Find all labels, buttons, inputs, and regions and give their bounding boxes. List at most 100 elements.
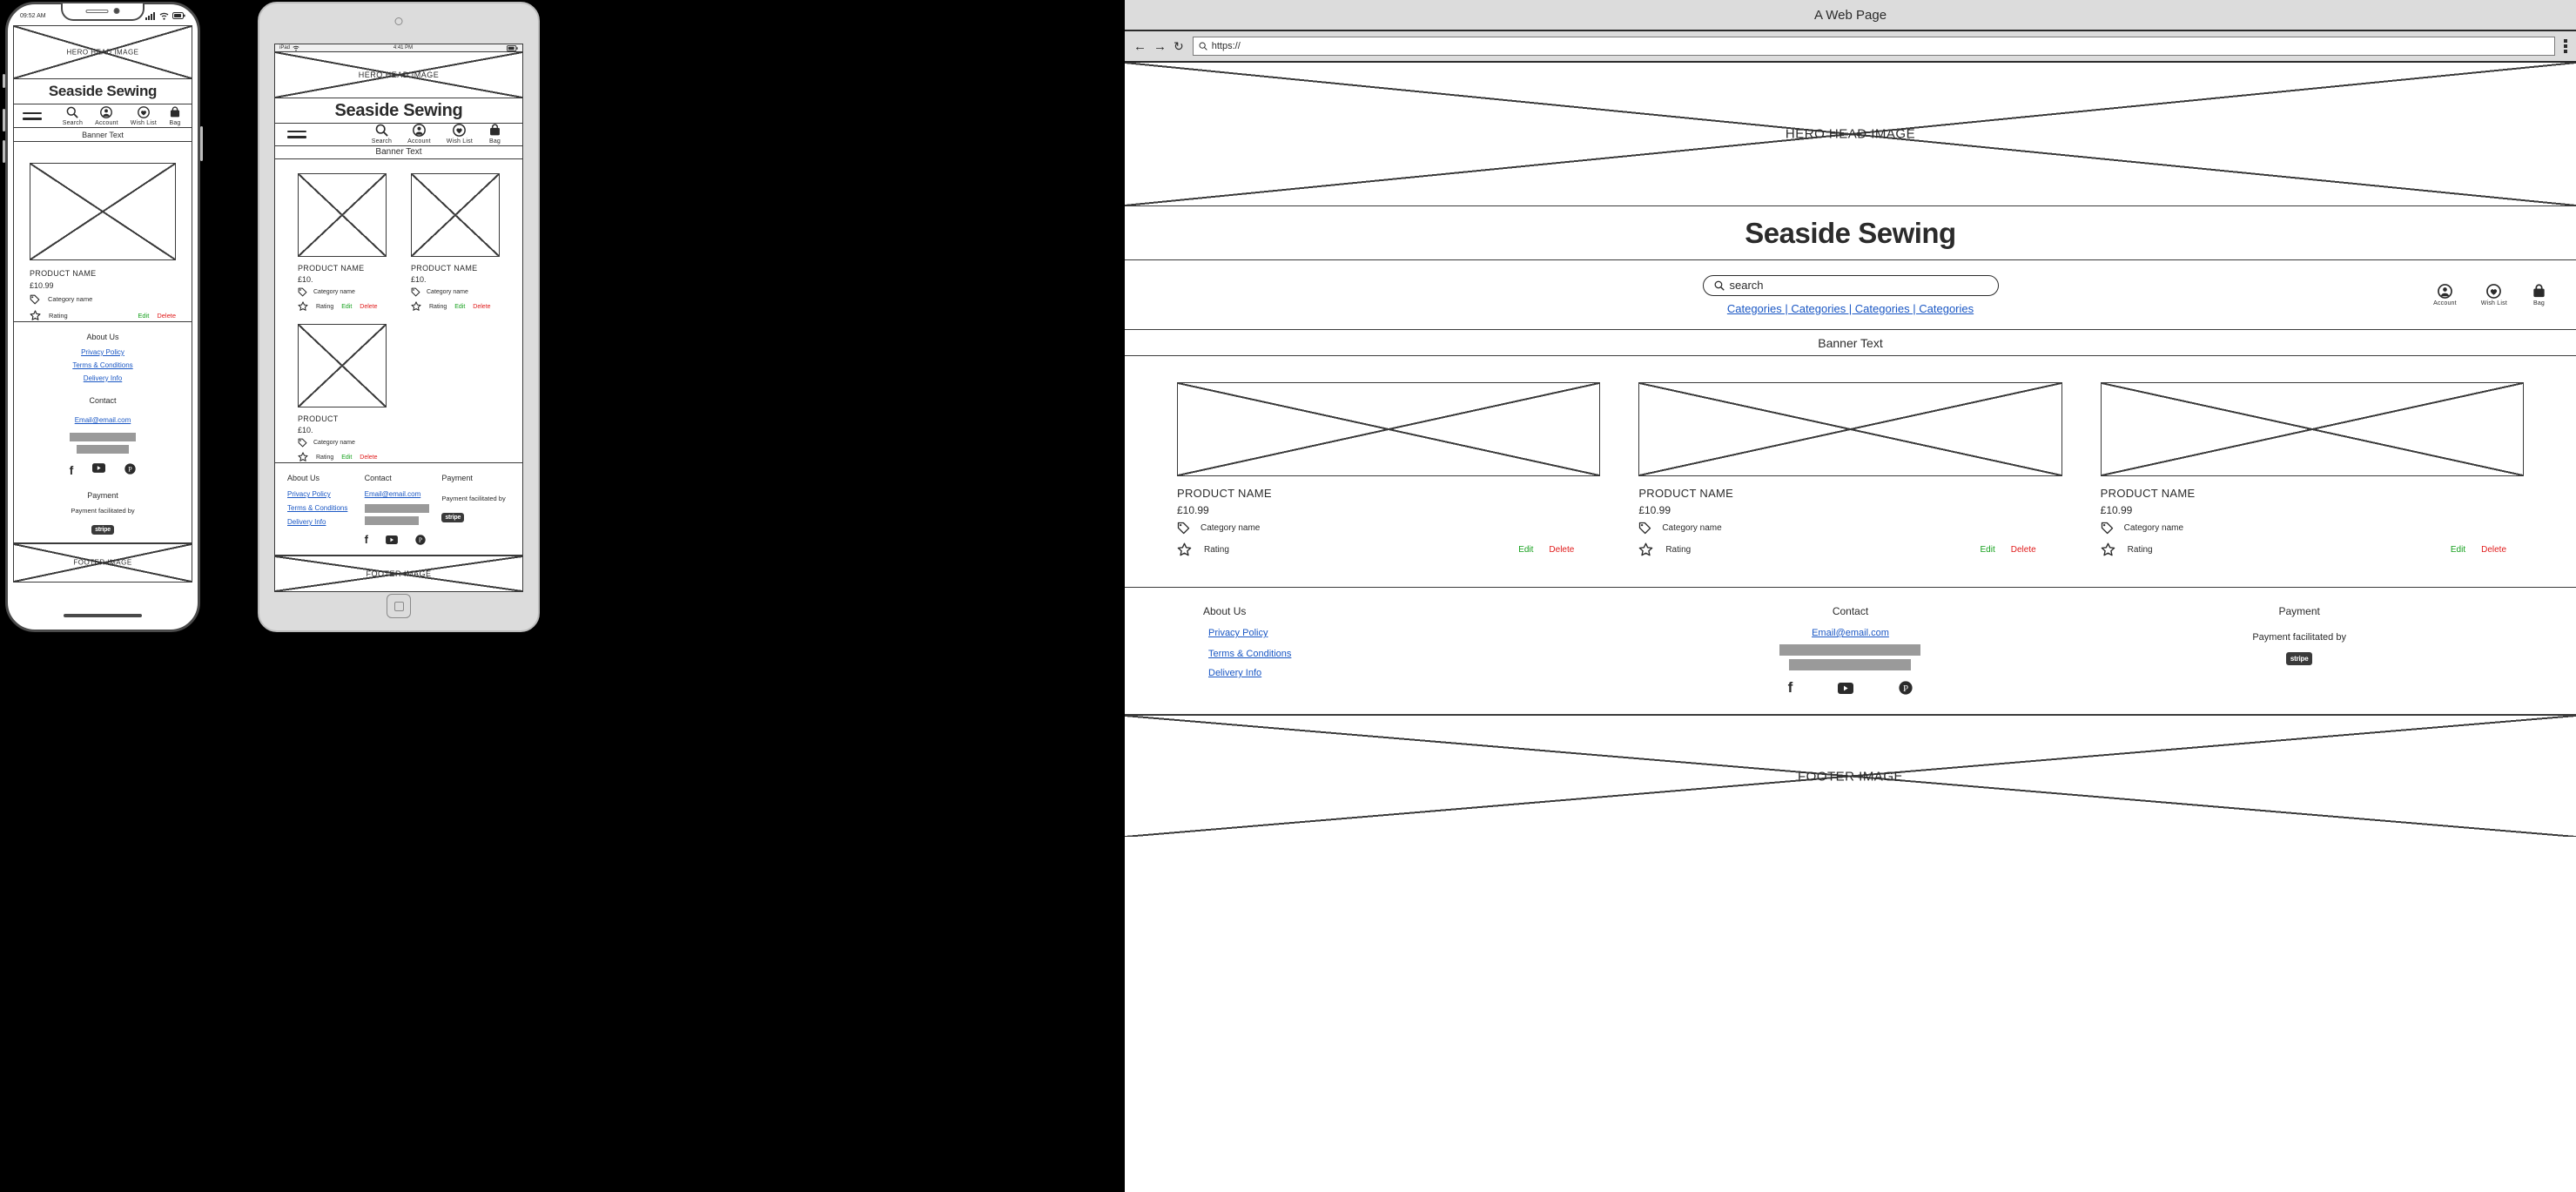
facebook-icon[interactable]: f (1788, 679, 1793, 697)
phone-nav-bag[interactable]: Bag (169, 106, 181, 126)
tablet-product-price: £10. (411, 275, 427, 285)
desktop-nav-account[interactable]: Account (2433, 283, 2457, 306)
desktop-product-delete-link[interactable]: Delete (2011, 545, 2036, 555)
tablet-product-delete-link[interactable]: Delete (360, 455, 377, 461)
tablet-address-bar-1 (364, 504, 429, 514)
tablet-footer-terms-link[interactable]: Terms & Conditions (287, 504, 356, 512)
phone-footer: About Us Privacy Policy Terms & Conditio… (14, 322, 192, 543)
desktop-product-card[interactable]: PRODUCT NAME £10.99 Category name Rating… (1177, 382, 1601, 557)
forward-button[interactable]: → (1153, 39, 1167, 54)
reload-button[interactable]: ↻ (1174, 39, 1184, 54)
tag-icon (411, 287, 420, 297)
desktop-footer-image: FOOTER IMAGE (1125, 715, 2576, 837)
tablet-product-edit-link[interactable]: Edit (341, 455, 352, 461)
desktop-brand-bar: Seaside Sewing (1125, 206, 2576, 260)
desktop-footer-email-link[interactable]: Email@email.com (1626, 628, 2075, 638)
tablet-product-category: Category name (427, 289, 468, 296)
tag-icon (1177, 522, 1190, 535)
facebook-icon[interactable]: f (70, 463, 74, 477)
phone-nav-search[interactable]: Search (63, 106, 83, 126)
phone-footer-privacy-link[interactable]: Privacy Policy (14, 348, 192, 356)
tablet-product-card[interactable]: PRODUCT NAME £10. Category name Rating E… (411, 173, 500, 312)
desktop-footer-payment-title: Payment (2278, 605, 2320, 617)
phone-product-delete-link[interactable]: Delete (157, 312, 176, 320)
tablet-footer-email-link[interactable]: Email@email.com (365, 490, 434, 498)
desktop-footer-contact-col: Contact Email@email.com f P (1626, 605, 2075, 697)
star-icon (2101, 542, 2115, 556)
tablet-nav-search[interactable]: Search (372, 124, 392, 145)
phone-power-button[interactable] (200, 126, 203, 161)
tag-icon (298, 287, 307, 297)
desktop-footer-terms-link[interactable]: Terms & Conditions (1203, 649, 1626, 659)
svg-text:P: P (419, 535, 422, 543)
pinterest-icon[interactable]: P (1899, 681, 1913, 695)
url-bar[interactable]: https:// (1192, 37, 2555, 56)
desktop-product-delete-link[interactable]: Delete (2481, 545, 2506, 555)
desktop-nav-wishlist-label: Wish List (2480, 300, 2507, 306)
tablet-nav-account[interactable]: Account (407, 124, 431, 145)
desktop-footer-privacy-link[interactable]: Privacy Policy (1203, 628, 1626, 638)
phone-address-bar-2 (77, 444, 129, 454)
desktop-product-category: Category name (1201, 523, 1261, 533)
browser-menu-icon[interactable] (2564, 37, 2567, 55)
tablet-banner-text: Banner Text (375, 147, 422, 158)
back-button[interactable]: ← (1133, 39, 1147, 54)
tablet-nav-bag[interactable]: Bag (488, 124, 501, 145)
hamburger-menu-icon[interactable] (287, 127, 306, 142)
desktop-product-delete-link[interactable]: Delete (1549, 545, 1574, 555)
phone-product-price: £10.99 (30, 280, 54, 290)
wishlist-heart-icon (453, 124, 467, 138)
phone-nav-wishlist[interactable]: Wish List (131, 105, 157, 126)
desktop-search-input[interactable]: search (1702, 274, 1999, 296)
desktop-nav-bag[interactable]: Bag (2532, 284, 2546, 306)
tablet-product-edit-link[interactable]: Edit (454, 304, 465, 310)
tablet-banner: Banner Text (275, 146, 522, 160)
desktop-categories-links[interactable]: Categories | Categories | Categories | C… (1727, 302, 1974, 315)
desktop-product-edit-link[interactable]: Edit (1981, 545, 1995, 555)
pinterest-icon[interactable]: P (415, 534, 426, 545)
youtube-icon[interactable] (1838, 682, 1854, 694)
svg-text:P: P (129, 465, 133, 473)
desktop-product-card[interactable]: PRODUCT NAME £10.99 Category name Rating… (2100, 382, 2524, 557)
desktop-social-row: f P (1626, 679, 2075, 697)
phone-mute-switch[interactable] (3, 74, 5, 88)
phone-device-frame: 09:52 AM HERO HEAD IMAGE Seaside Sewing … (3, 2, 203, 632)
youtube-icon[interactable] (92, 462, 106, 473)
phone-footer-terms-link[interactable]: Terms & Conditions (14, 361, 192, 369)
phone-volume-down-button[interactable] (3, 140, 5, 163)
tablet-footer-delivery-link[interactable]: Delivery Info (287, 518, 356, 526)
tablet-product-card[interactable]: PRODUCT £10. Category name Rating Edit D… (298, 324, 387, 462)
star-icon (298, 452, 308, 462)
desktop-footer-delivery-link[interactable]: Delivery Info (1203, 668, 1626, 678)
phone-footer-delivery-link[interactable]: Delivery Info (14, 374, 192, 382)
phone-nav-bar: Search Account Wish List Bag (14, 104, 192, 129)
phone-hero-image: HERO HEAD IMAGE (14, 26, 192, 80)
facebook-icon[interactable]: f (365, 533, 368, 546)
tablet-nav-wishlist[interactable]: Wish List (447, 124, 473, 145)
phone-nav-bag-label: Bag (169, 119, 181, 126)
search-icon (1714, 280, 1725, 291)
battery-icon (507, 44, 518, 51)
tablet-nav-wishlist-label: Wish List (446, 138, 473, 145)
hamburger-menu-icon[interactable] (23, 109, 42, 124)
desktop-browser-window: A Web Page ← → ↻ https:// HERO HEAD IMAG… (1125, 0, 2576, 1192)
tablet-product-edit-link[interactable]: Edit (341, 304, 352, 310)
pinterest-icon[interactable]: P (124, 463, 137, 475)
tablet-product-card[interactable]: PRODUCT NAME £10. Category name Rating E… (298, 173, 387, 312)
desktop-product-card[interactable]: PRODUCT NAME £10.99 Category name Rating… (1638, 382, 2062, 557)
tablet-footer-privacy-link[interactable]: Privacy Policy (287, 490, 356, 498)
desktop-nav-wishlist[interactable]: Wish List (2480, 283, 2507, 306)
phone-product-card[interactable]: PRODUCT NAME £10.99 Category name Rating… (30, 162, 176, 321)
tablet-product-delete-link[interactable]: Delete (360, 304, 377, 310)
tablet-product-name: PRODUCT NAME (411, 264, 478, 273)
desktop-product-edit-link[interactable]: Edit (2451, 545, 2465, 555)
phone-footer-email-link[interactable]: Email@email.com (75, 416, 131, 424)
youtube-icon[interactable] (386, 535, 398, 544)
phone-product-edit-link[interactable]: Edit (138, 312, 149, 320)
tablet-home-button[interactable] (387, 594, 411, 618)
tablet-product-rating: Rating (316, 454, 334, 461)
tablet-product-delete-link[interactable]: Delete (473, 304, 490, 310)
desktop-product-edit-link[interactable]: Edit (1518, 545, 1533, 555)
phone-volume-up-button[interactable] (3, 109, 5, 131)
phone-nav-account[interactable]: Account (95, 105, 118, 126)
